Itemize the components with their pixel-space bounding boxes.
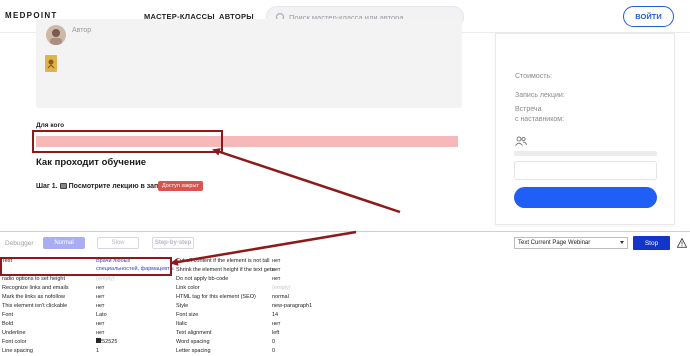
table-row: Mark the links as nofollow нет HTML tag … [0, 293, 690, 302]
color-swatch-icon [96, 338, 101, 343]
table-row: Recognize links and emails нет Link colo… [0, 284, 690, 293]
people-icon [515, 136, 527, 146]
progress-track [514, 151, 657, 156]
prop-value[interactable]: (empty) [96, 275, 115, 283]
element-selector[interactable]: Text Current Page Webinar [514, 237, 628, 249]
debug-normal-button[interactable]: Normal [43, 237, 85, 249]
lecture-label: Запись лекции: [515, 92, 565, 99]
prop-name: Cut off content if the element is not ta… [176, 258, 270, 264]
prop-name: Bold [2, 321, 14, 327]
step-1: Шаг 1. Посмотрите лекцию в записи [36, 183, 171, 190]
prop-name: Mark the links as nofollow [2, 294, 65, 300]
prop-name: Word spacing [176, 339, 210, 345]
prop-name: Shrink the element height if the text ge… [176, 267, 275, 273]
debugger-panel: Debugger Normal Slow Step-by-step Text C… [0, 231, 690, 355]
step-number: Шаг 1. [36, 183, 58, 190]
prop-value[interactable]: 0 [272, 338, 275, 346]
author-avatar[interactable] [46, 25, 66, 45]
price-card: Стоимость: Запись лекции: Встреча с наст… [495, 33, 675, 225]
primary-action-button[interactable] [514, 187, 657, 208]
table-row: Underline нет Text alignment left [0, 329, 690, 338]
step-text: Посмотрите лекцию в записи [68, 183, 171, 190]
how-it-works-title: Как проходит обучение [36, 157, 147, 168]
prop-name: Recognize links and emails [2, 285, 69, 291]
table-row: Font Lato Font size 14 [0, 311, 690, 320]
table-row: Bold нет Italic нет [0, 320, 690, 329]
prop-name: Font color [2, 339, 27, 345]
prop-name: Link color [176, 285, 200, 291]
prop-name: Italic [176, 321, 188, 327]
prop-value[interactable]: new-paragraph1 [272, 302, 312, 310]
prop-value[interactable]: Lato [96, 311, 107, 319]
warning-icon[interactable] [677, 238, 687, 248]
prop-name: Underline [2, 330, 26, 336]
chevron-down-icon [620, 241, 624, 244]
access-closed-badge: Доступ закрыт [158, 181, 203, 191]
prop-name: Font size [176, 312, 199, 318]
element-selector-value: Text Current Page Webinar [518, 240, 591, 246]
for-whom-label: Для кого [36, 122, 65, 129]
prop-name: Line spacing [2, 348, 33, 354]
prop-value[interactable]: 0 [272, 347, 275, 355]
arrow-to-page-element [212, 148, 401, 214]
prop-value[interactable]: (empty) [272, 284, 291, 292]
prop-value[interactable]: нет [96, 329, 104, 337]
prop-value[interactable]: нет [272, 275, 280, 283]
prop-value[interactable]: normal [272, 293, 289, 301]
laptop-icon [59, 183, 67, 189]
debugger-label: Debugger [5, 240, 34, 247]
prop-name: This element isn't clickable [2, 303, 68, 309]
prop-value[interactable]: нет [96, 320, 104, 328]
annotation-box-page [32, 130, 223, 153]
prop-value[interactable]: нет [272, 266, 280, 274]
prop-value[interactable]: left [272, 329, 279, 337]
table-row: Font color #252525 Word spacing 0 [0, 338, 690, 347]
prop-value[interactable]: нет [272, 257, 280, 265]
debug-step-button[interactable]: Step-by-step [152, 237, 194, 249]
sidebar-field[interactable] [514, 161, 657, 180]
prop-value[interactable]: 14 [272, 311, 278, 319]
table-row: This element isn't clickable нет Style n… [0, 302, 690, 311]
prop-value[interactable]: нет [96, 284, 104, 292]
prop-name: Text alignment [176, 330, 212, 336]
author-label: Автор [72, 27, 92, 34]
prop-value[interactable]: нет [96, 302, 104, 310]
prop-value[interactable]: нет [96, 293, 104, 301]
prop-name: Style [176, 303, 189, 309]
prop-name: Do not apply bb-code [176, 276, 229, 282]
prop-value[interactable]: 1 [96, 347, 99, 355]
meeting-label-line1: Встреча [515, 106, 542, 113]
prop-name: Font [2, 312, 14, 318]
table-row: radio options to set height (empty) Do n… [0, 275, 690, 284]
medal-icon [45, 55, 57, 72]
prop-name: HTML tag for this element (SEO) [176, 294, 256, 300]
prop-name: radio options to set height [2, 276, 65, 282]
debug-slow-button[interactable]: Slow [97, 237, 139, 249]
prop-value[interactable]: нет [272, 320, 280, 328]
login-button[interactable]: ВОЙТИ [623, 6, 674, 27]
author-card: Автор [36, 19, 462, 108]
prop-name: Letter spacing [176, 348, 211, 354]
stop-button[interactable]: Stop [633, 236, 670, 250]
annotation-box-debugger [0, 257, 172, 276]
price-label: Стоимость: [515, 73, 552, 80]
meeting-label-line2: с наставником: [515, 116, 565, 123]
